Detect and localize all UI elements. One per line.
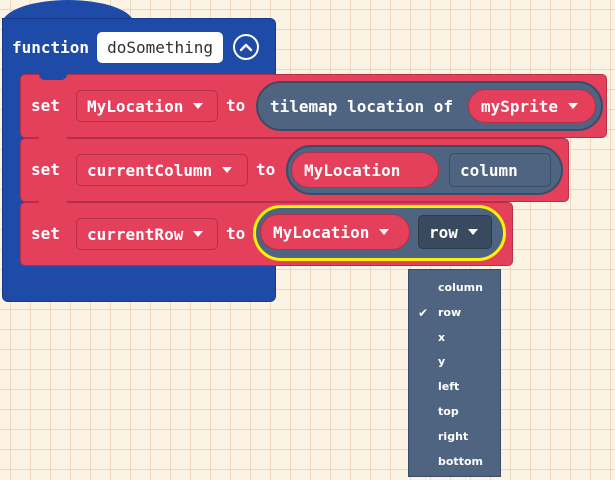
block-connector [39,137,67,144]
chevron-up-circle-icon[interactable] [233,34,260,60]
menu-item-label: row [438,305,462,319]
property-dropdown-column[interactable]: column [449,153,551,187]
menu-item-label: y [438,355,446,369]
property-dropdown-menu[interactable]: column ✔ row x y left top right bottom [408,269,501,477]
variable-name: MyLocation [87,96,184,116]
code-workspace[interactable]: function doSomething set MyLocation to t… [0,0,615,480]
variable-name: currentRow [87,224,184,244]
set-keyword: set [31,224,60,243]
menu-item-y[interactable]: y [409,350,500,375]
location-name: MyLocation [273,222,370,242]
caret-down-icon [222,167,233,173]
block-connector [39,201,67,208]
menu-item-x[interactable]: x [409,326,500,351]
menu-item-bottom[interactable]: bottom [409,450,500,475]
menu-item-label: right [438,429,469,443]
property-name: column [460,160,518,180]
property-name: row [429,222,458,242]
location-variable-pill[interactable]: MyLocation [291,152,439,188]
caret-down-icon [193,231,204,237]
set-block-currentcolumn[interactable]: set currentColumn to MyLocation column [20,138,569,208]
to-keyword: to [226,96,246,115]
menu-item-left[interactable]: left [409,375,500,400]
menu-item-label: left [438,380,460,394]
function-header: function doSomething [12,30,260,64]
location-variable-pill[interactable]: MyLocation [260,214,410,250]
menu-item-label: top [438,404,459,418]
variable-dropdown-currentcolumn[interactable]: currentColumn [76,154,248,186]
menu-item-label: column [438,281,483,294]
to-keyword: to [256,160,276,179]
menu-item-label: bottom [438,454,483,468]
caret-down-icon [568,103,579,109]
checkmark-icon: ✔ [418,305,429,320]
function-name-field[interactable]: doSomething [97,31,224,63]
caret-down-icon [467,229,478,235]
caret-down-icon [379,229,390,235]
menu-item-label: x [438,330,446,344]
menu-item-right[interactable]: right [409,425,500,450]
property-dropdown-row[interactable]: row [418,215,492,249]
location-name: MyLocation [304,160,401,180]
sprite-name: mySprite [481,96,559,116]
caret-down-icon [193,103,204,109]
sprite-variable-pill[interactable]: mySprite [468,89,596,123]
function-keyword: function [12,37,90,57]
variable-dropdown-mylocation[interactable]: MyLocation [76,90,218,122]
menu-item-row[interactable]: ✔ row [409,301,500,326]
to-keyword: to [226,224,246,243]
set-keyword: set [31,96,60,115]
menu-item-column[interactable]: column [409,276,500,301]
tilemap-location-label: tilemap location of [270,96,454,116]
menu-item-top[interactable]: top [409,400,500,425]
variable-dropdown-currentrow[interactable]: currentRow [76,218,218,250]
set-block-mylocation[interactable]: set MyLocation to tilemap location of my… [20,74,607,144]
set-keyword: set [31,160,60,179]
variable-name: currentColumn [87,160,213,180]
